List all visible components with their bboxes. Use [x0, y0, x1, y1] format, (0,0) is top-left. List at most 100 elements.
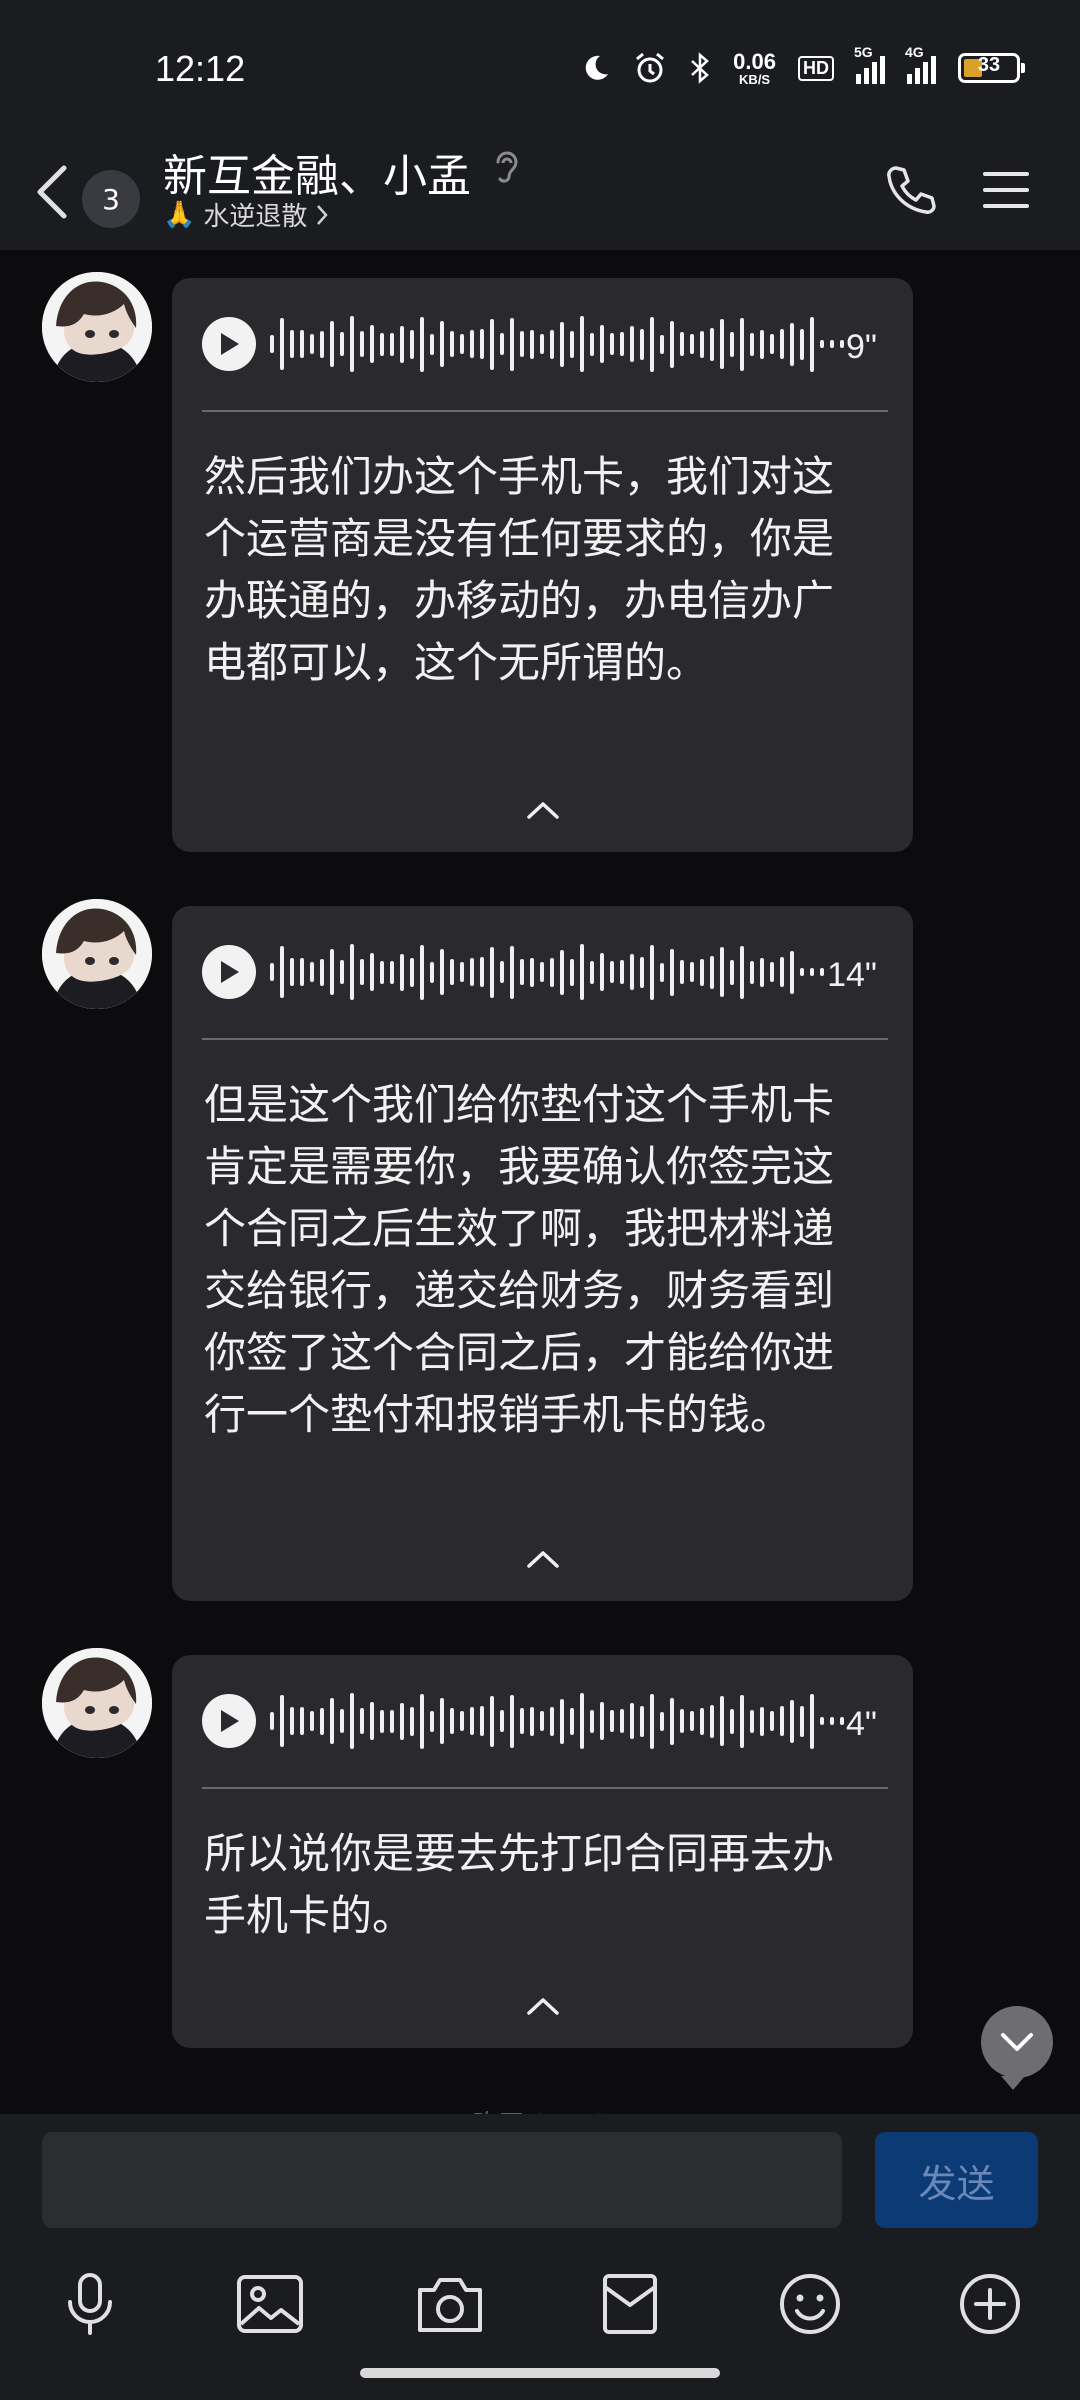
voice-transcript: 然后我们办这个手机卡，我们对这个运营商是没有任何要求的，你是办联通的，办移动的，…	[204, 452, 835, 687]
waveform-bar	[540, 334, 544, 354]
waveform-bar	[800, 1705, 804, 1737]
menu-button[interactable]	[978, 150, 1034, 230]
divider	[202, 410, 888, 412]
waveform-bar	[780, 1706, 784, 1736]
waveform-bar	[600, 325, 604, 363]
back-button[interactable]	[36, 152, 76, 232]
waveform-bar	[690, 334, 694, 354]
play-button[interactable]	[202, 317, 256, 371]
waveform-bar	[700, 1707, 704, 1735]
waveform-bar	[470, 1707, 474, 1735]
waveform-bar	[790, 950, 794, 994]
waveform-bar	[310, 962, 314, 982]
red-packet-button[interactable]	[590, 2264, 670, 2344]
waveform-bar	[620, 1709, 624, 1733]
anime-avatar-icon	[42, 899, 152, 1009]
waveform-bar	[580, 316, 584, 372]
collapse-transcript-button[interactable]	[172, 1996, 913, 2026]
waveform-bar	[450, 1708, 454, 1734]
waveform-bar	[700, 958, 704, 986]
voice-message[interactable]: 9" 然后我们办这个手机卡，我们对这个运营商是没有任何要求的，你是办联通的，办移…	[172, 278, 913, 852]
waveform-bar	[310, 1711, 314, 1731]
waveform-bar	[540, 1711, 544, 1731]
pray-emoji: 🙏	[163, 199, 196, 230]
send-button[interactable]: 发送	[875, 2132, 1038, 2228]
waveform-bar	[460, 1711, 464, 1731]
chat-title[interactable]: 新互金融、小孟	[163, 140, 471, 204]
waveform-bar	[820, 1717, 824, 1725]
waveform-bar	[560, 1698, 564, 1744]
waveform-bar	[420, 944, 424, 1000]
waveform-bar	[780, 957, 784, 987]
home-indicator[interactable]	[360, 2368, 720, 2378]
waveform-bar	[580, 1693, 584, 1749]
waveform-bar	[800, 328, 804, 360]
waveform-bar	[400, 325, 404, 363]
waveform-bar	[290, 1707, 294, 1735]
waveform-bar	[790, 1699, 794, 1743]
waveform-bar	[700, 330, 704, 358]
waveform-bar	[830, 340, 834, 348]
waveform-bar	[390, 332, 394, 356]
waveform-bar	[720, 1696, 724, 1746]
sender-avatar[interactable]	[42, 1648, 152, 1758]
scroll-to-bottom-button[interactable]	[981, 2006, 1053, 2090]
collapse-transcript-button[interactable]	[172, 800, 913, 830]
waveform-bar	[730, 959, 734, 985]
network-speed-unit: KB/S	[739, 71, 771, 87]
waveform-bar	[750, 960, 754, 984]
input-toolbar	[0, 2264, 1080, 2344]
group-status[interactable]: 🙏 水逆退散	[163, 196, 329, 233]
waveform-bar	[370, 1702, 374, 1740]
waveform-bar	[440, 321, 444, 367]
waveform-bar	[640, 956, 644, 988]
camera-button[interactable]	[410, 2264, 490, 2344]
waveform-bar	[820, 968, 824, 976]
sender-avatar[interactable]	[42, 899, 152, 1009]
camera-icon	[418, 2278, 482, 2332]
emoji-button[interactable]	[770, 2264, 850, 2344]
waveform-bar	[500, 1710, 504, 1732]
voice-message[interactable]: 4" 所以说你是要去先打印合同再去办手机卡的。	[172, 1655, 913, 2048]
play-button[interactable]	[202, 945, 256, 999]
waveform-bar	[570, 330, 574, 358]
message-input[interactable]	[42, 2132, 842, 2228]
waveform-bar	[770, 962, 774, 982]
chevron-up-icon	[526, 802, 559, 819]
red-packet-icon	[603, 2274, 657, 2334]
voice-player: 4"	[202, 1693, 883, 1749]
unread-count-badge[interactable]: 3	[82, 170, 140, 228]
microphone-icon	[68, 2273, 112, 2335]
voice-message[interactable]: 14" 但是这个我们给你垫付这个手机卡肯定是需要你，我要确认你签完这个合同之后生…	[172, 906, 913, 1601]
chevron-up-icon	[526, 1998, 559, 2015]
network-speed-value: 0.06	[733, 48, 776, 74]
waveform-bar	[610, 1710, 614, 1732]
waveform-bar	[770, 334, 774, 354]
battery-icon: 33	[958, 53, 1025, 83]
play-button[interactable]	[202, 1694, 256, 1748]
waveform-bar	[620, 332, 624, 356]
waveform-bar	[340, 960, 344, 984]
waveform-bar	[330, 949, 334, 995]
waveform-bar	[320, 1707, 324, 1735]
waveform-bar	[670, 1697, 674, 1745]
waveform-bar	[400, 1702, 404, 1740]
waveform-bar	[720, 319, 724, 369]
waveform-bar	[410, 1706, 414, 1736]
voice-input-button[interactable]	[50, 2264, 130, 2344]
collapse-transcript-button[interactable]	[172, 1549, 913, 1579]
waveform-bar	[510, 945, 514, 999]
waveform-bar	[390, 1709, 394, 1733]
album-button[interactable]	[230, 2264, 310, 2344]
waveform-bar	[480, 329, 484, 359]
waveform-bar	[460, 334, 464, 354]
waveform-bar	[750, 332, 754, 356]
call-button[interactable]	[880, 150, 940, 230]
input-area: 发送	[0, 2114, 1080, 2400]
sender-avatar[interactable]	[42, 272, 152, 382]
waveform-bar	[710, 327, 714, 361]
waveform-bar	[590, 960, 594, 984]
chat-header: 3 新互金融、小孟 🙏 水逆退散	[0, 140, 1080, 250]
more-button[interactable]	[950, 2264, 1030, 2344]
waveform-bar	[690, 1711, 694, 1731]
